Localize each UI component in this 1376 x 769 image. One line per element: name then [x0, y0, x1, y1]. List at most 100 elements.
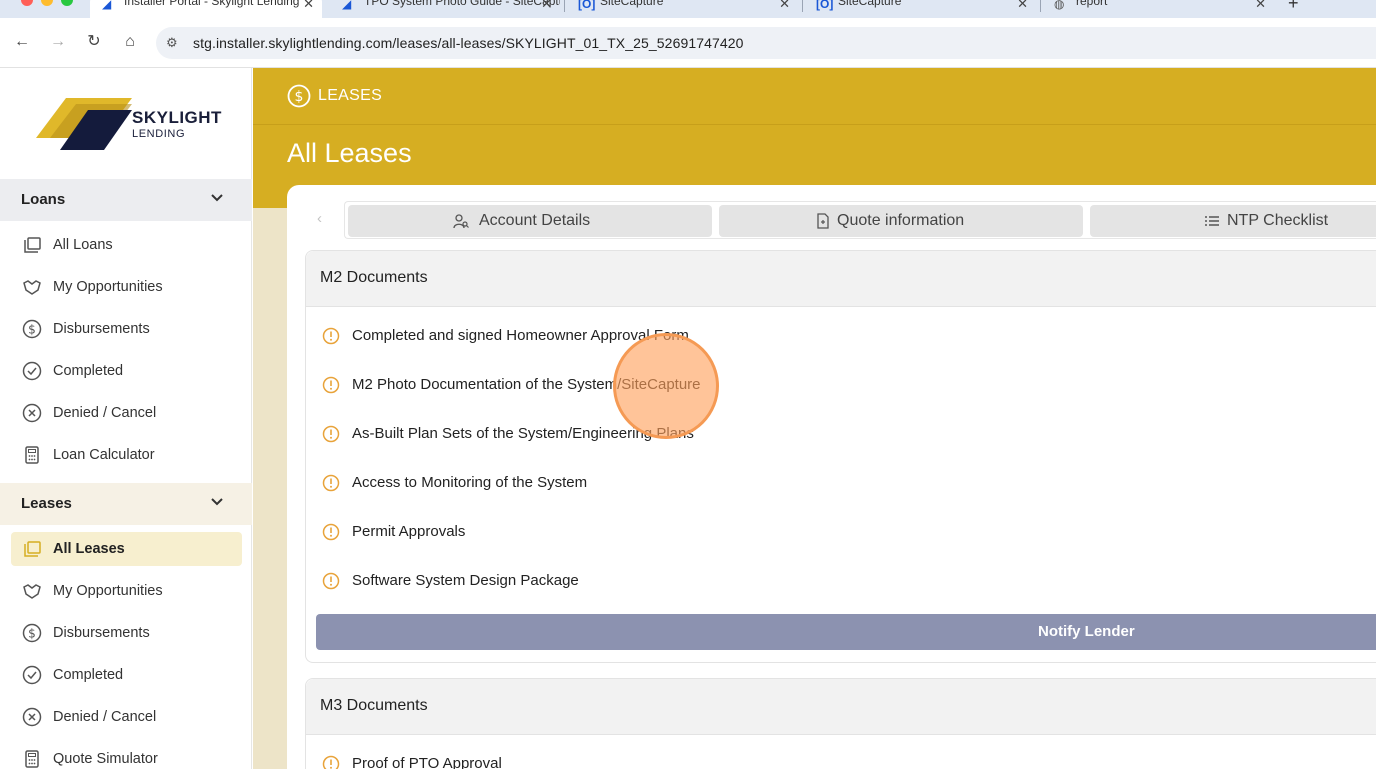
browser-tab-report[interactable]: ◍ report ✕: [1042, 0, 1274, 18]
warning-circle-icon: [322, 755, 340, 769]
sidebar-item-lease-opportunities[interactable]: My Opportunities: [11, 574, 242, 608]
sidebar-item-lease-completed[interactable]: Completed: [11, 658, 242, 692]
maximize-window-button[interactable]: [61, 0, 73, 6]
m2-item-as-built-plans[interactable]: As-Built Plan Sets of the System/Enginee…: [322, 422, 1222, 446]
close-icon[interactable]: ✕: [541, 0, 552, 12]
minimize-window-button[interactable]: [41, 0, 53, 6]
browser-tab-sitecapture-2[interactable]: [O] SiteCapture ✕: [804, 0, 1036, 18]
sidebar-section-leases[interactable]: Leases: [0, 483, 252, 525]
svg-text:$: $: [28, 627, 36, 641]
notify-lender-button[interactable]: Notify Lender: [316, 614, 1376, 650]
sidebar-item-all-loans[interactable]: All Loans: [11, 228, 242, 262]
sidebar-section-loans[interactable]: Loans: [0, 179, 252, 221]
handshake-icon: [23, 280, 41, 295]
chevron-down-icon[interactable]: [210, 191, 224, 208]
tab-account-details[interactable]: Account Details: [348, 205, 712, 237]
document-icon: [817, 213, 829, 229]
document-label[interactable]: Software System Design Package: [352, 572, 579, 589]
sidebar-item-all-leases[interactable]: All Leases: [11, 532, 242, 566]
url-text[interactable]: stg.installer.skylightlending.com/leases…: [193, 35, 744, 51]
document-label[interactable]: As-Built Plan Sets of the System/Enginee…: [352, 425, 694, 442]
sidebar: SKYLIGHT LENDING Loans All Loans My Oppo…: [0, 68, 252, 769]
browser-tab-installer-portal[interactable]: ◢ Installer Portal - Skylight Lending ✕: [90, 0, 322, 18]
sidebar-item-label: My Opportunities: [53, 583, 163, 599]
dollar-circle-icon: $: [287, 84, 311, 108]
m2-item-photo-documentation[interactable]: M2 Photo Documentation of the System/Sit…: [322, 373, 1222, 397]
tab-ntp-checklist[interactable]: NTP Checklist: [1090, 205, 1376, 237]
tab-title: SiteCapture: [838, 0, 902, 8]
sidebar-item-loan-disbursements[interactable]: $ Disbursements: [11, 312, 242, 346]
back-arrow-icon[interactable]: ←: [12, 32, 32, 52]
sidebar-item-label: Completed: [53, 667, 124, 683]
close-icon[interactable]: ✕: [779, 0, 790, 12]
skylight-lending-logo[interactable]: SKYLIGHT LENDING: [36, 96, 226, 152]
section-title: Leases: [21, 495, 72, 512]
sidebar-item-label: All Leases: [53, 541, 125, 557]
m2-item-monitoring-access[interactable]: Access to Monitoring of the System: [322, 471, 1222, 495]
browser-tab-sitecapture-1[interactable]: [O] SiteCapture ✕: [566, 0, 798, 18]
close-icon[interactable]: ✕: [1255, 0, 1266, 12]
close-icon[interactable]: ✕: [1017, 0, 1028, 12]
sidebar-item-loan-opportunities[interactable]: My Opportunities: [11, 270, 242, 304]
sidebar-item-label: Completed: [53, 363, 124, 379]
tab-quote-information[interactable]: Quote information: [719, 205, 1083, 237]
sidebar-item-label: All Loans: [53, 237, 113, 253]
lease-detail-card: ‹ Account Details Quote information NTP …: [287, 185, 1376, 769]
dollar-circle-icon: $: [22, 319, 42, 339]
check-circle-icon: [22, 361, 42, 381]
logo-wordmark-line2: LENDING: [132, 128, 186, 140]
folders-icon: [24, 237, 41, 253]
forward-arrow-icon[interactable]: →: [48, 32, 68, 52]
sidebar-item-loan-calculator[interactable]: Loan Calculator: [11, 438, 242, 472]
sidebar-item-label: My Opportunities: [53, 279, 163, 295]
close-icon[interactable]: ✕: [303, 0, 314, 12]
sidebar-item-lease-denied[interactable]: Denied / Cancel: [11, 700, 242, 734]
chevron-left-icon[interactable]: ‹: [317, 210, 322, 227]
document-label[interactable]: Access to Monitoring of the System: [352, 474, 587, 491]
tab-title: Installer Portal - Skylight Lending: [124, 0, 300, 8]
document-label[interactable]: M2 Photo Documentation of the System/Sit…: [352, 376, 701, 393]
globe-icon: ◍: [1054, 0, 1065, 11]
logo-wordmark-line1: SKYLIGHT: [132, 108, 222, 127]
m3-documents-header[interactable]: M3 Documents: [306, 679, 1376, 735]
sidebar-item-loan-completed[interactable]: Completed: [11, 354, 242, 388]
sidebar-item-label: Denied / Cancel: [53, 405, 157, 421]
m2-item-design-package[interactable]: Software System Design Package: [322, 569, 1222, 593]
tab-title: SiteCapture: [600, 0, 664, 8]
handshake-icon: [23, 584, 41, 599]
site-settings-icon[interactable]: ⚙: [166, 35, 178, 51]
reload-icon[interactable]: ↻: [84, 32, 104, 52]
sitecapture-icon: [O]: [578, 0, 596, 11]
document-label[interactable]: Completed and signed Homeowner Approval …: [352, 327, 689, 344]
warning-circle-icon: [322, 425, 340, 443]
new-tab-button[interactable]: +: [1288, 0, 1299, 14]
m2-documents-header[interactable]: M2 Documents: [306, 251, 1376, 307]
m3-item-pto-approval[interactable]: Proof of PTO Approval: [322, 752, 1222, 769]
tab-label: Quote information: [837, 212, 965, 229]
sidebar-item-loan-denied[interactable]: Denied / Cancel: [11, 396, 242, 430]
document-label[interactable]: Permit Approvals: [352, 523, 465, 540]
address-bar[interactable]: ⚙ stg.installer.skylightlending.com/leas…: [156, 27, 1376, 59]
browser-tab-photo-guide[interactable]: ◢ TPO System Photo Guide - SiteCapture ✕: [330, 0, 560, 18]
m2-item-homeowner-approval[interactable]: Completed and signed Homeowner Approval …: [322, 324, 1222, 348]
skylight-logo-icon: ◢: [102, 0, 112, 11]
m2-item-permit-approvals[interactable]: Permit Approvals: [322, 520, 1222, 544]
warning-circle-icon: [322, 376, 340, 394]
sidebar-item-lease-disbursements[interactable]: $ Disbursements: [11, 616, 242, 650]
section-title: Loans: [21, 191, 66, 208]
m2-documents-panel: M2 Documents Completed and signed Homeow…: [305, 250, 1376, 663]
sidebar-item-label: Denied / Cancel: [53, 709, 157, 725]
close-window-button[interactable]: [21, 0, 33, 6]
skylight-logo-icon: ◢: [342, 0, 352, 11]
user-search-icon: [453, 214, 469, 229]
sidebar-item-label: Loan Calculator: [53, 447, 155, 463]
sidebar-item-label: Disbursements: [53, 625, 150, 641]
section-label: LEASES: [318, 87, 383, 104]
logo-mark-icon: [36, 98, 132, 150]
document-label[interactable]: Proof of PTO Approval: [352, 755, 502, 769]
chevron-down-icon[interactable]: [210, 495, 224, 512]
sidebar-item-quote-simulator[interactable]: Quote Simulator: [11, 742, 242, 769]
dollar-circle-icon: $: [22, 623, 42, 643]
home-icon[interactable]: ⌂: [120, 32, 140, 52]
warning-circle-icon: [322, 474, 340, 492]
